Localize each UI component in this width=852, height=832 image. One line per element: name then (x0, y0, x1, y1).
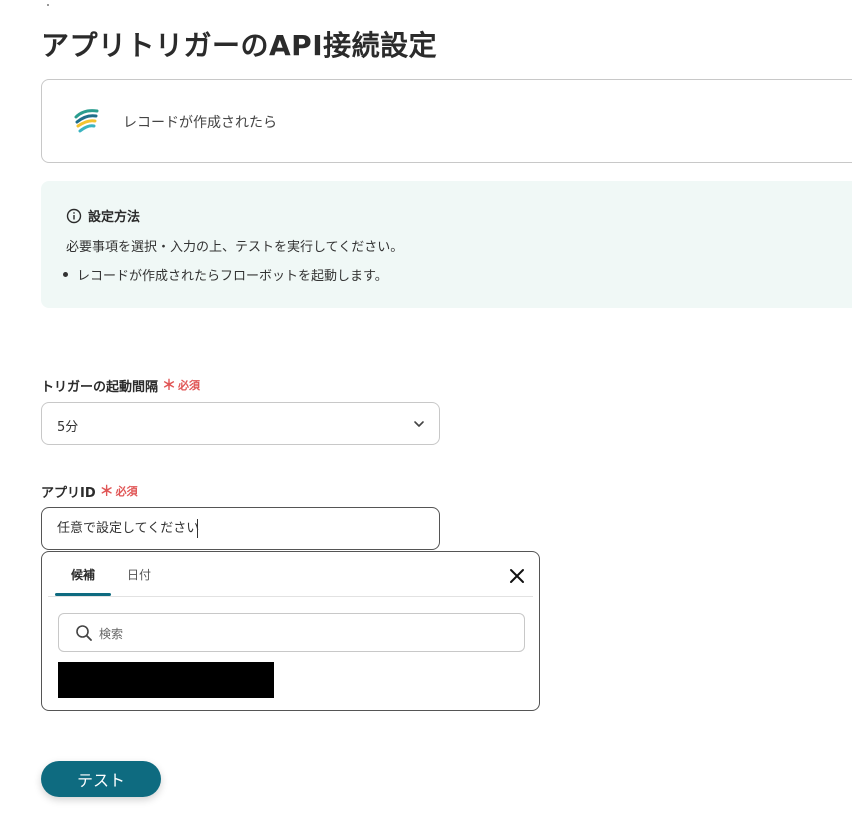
required-text: 必須 (178, 379, 201, 392)
trigger-card: レコードが作成されたら (41, 79, 852, 163)
suggestion-search-input[interactable] (97, 614, 521, 653)
suggestion-option-redacted[interactable] (58, 662, 274, 698)
bullet-dot (63, 272, 68, 277)
app-id-input[interactable] (41, 507, 440, 550)
test-button[interactable]: テスト (41, 761, 161, 797)
search-icon (76, 625, 92, 641)
required-text: 必須 (115, 485, 138, 498)
instructions-text: 必要事項を選択・入力の上、テストを実行してください。 (66, 240, 404, 255)
instructions-bullet: レコードが作成されたらフローボットを起動します。 (63, 265, 388, 284)
tab-date[interactable]: 日付 (111, 552, 167, 596)
required-star: ＊ (99, 484, 114, 500)
instructions-bullet-text: レコードが作成されたらフローボットを起動します。 (77, 269, 388, 284)
app-logo-icon (74, 109, 99, 133)
interval-select[interactable]: 5分 (41, 402, 440, 445)
app-id-field-label: アプリID ＊ 必須 (41, 481, 138, 501)
api-settings-page: アプリトリガーのAPI接続設定 レコードが作成されたら 設定方法 必要事項を選択… (0, 0, 852, 832)
required-star: ＊ (162, 378, 177, 394)
instructions-box: 設定方法 必要事項を選択・入力の上、テストを実行してください。 レコードが作成さ… (41, 181, 852, 308)
text-caret (197, 519, 198, 538)
suggestion-panel: 候補 日付 (41, 551, 540, 711)
instructions-heading-text: 設定方法 (88, 210, 141, 225)
interval-field-label: トリガーの起動間隔 ＊ 必須 (41, 375, 200, 395)
suggestion-tabs: 候補 日付 (55, 552, 167, 596)
instructions-heading: 設定方法 (66, 206, 140, 225)
close-icon[interactable] (507, 566, 527, 586)
page-title: アプリトリガーのAPI接続設定 (41, 29, 438, 62)
top-mark (47, 4, 49, 6)
tab-candidates[interactable]: 候補 (55, 552, 112, 596)
tabs-divider (48, 596, 533, 597)
interval-select-value: 5分 (57, 420, 79, 435)
app-id-label-text: アプリID (41, 485, 96, 501)
info-circle-icon (66, 208, 82, 223)
suggestion-search-box (58, 613, 525, 653)
trigger-label: レコードが作成されたら (123, 115, 277, 131)
interval-label-text: トリガーの起動間隔 (41, 379, 159, 395)
chevron-down-icon (414, 421, 424, 427)
